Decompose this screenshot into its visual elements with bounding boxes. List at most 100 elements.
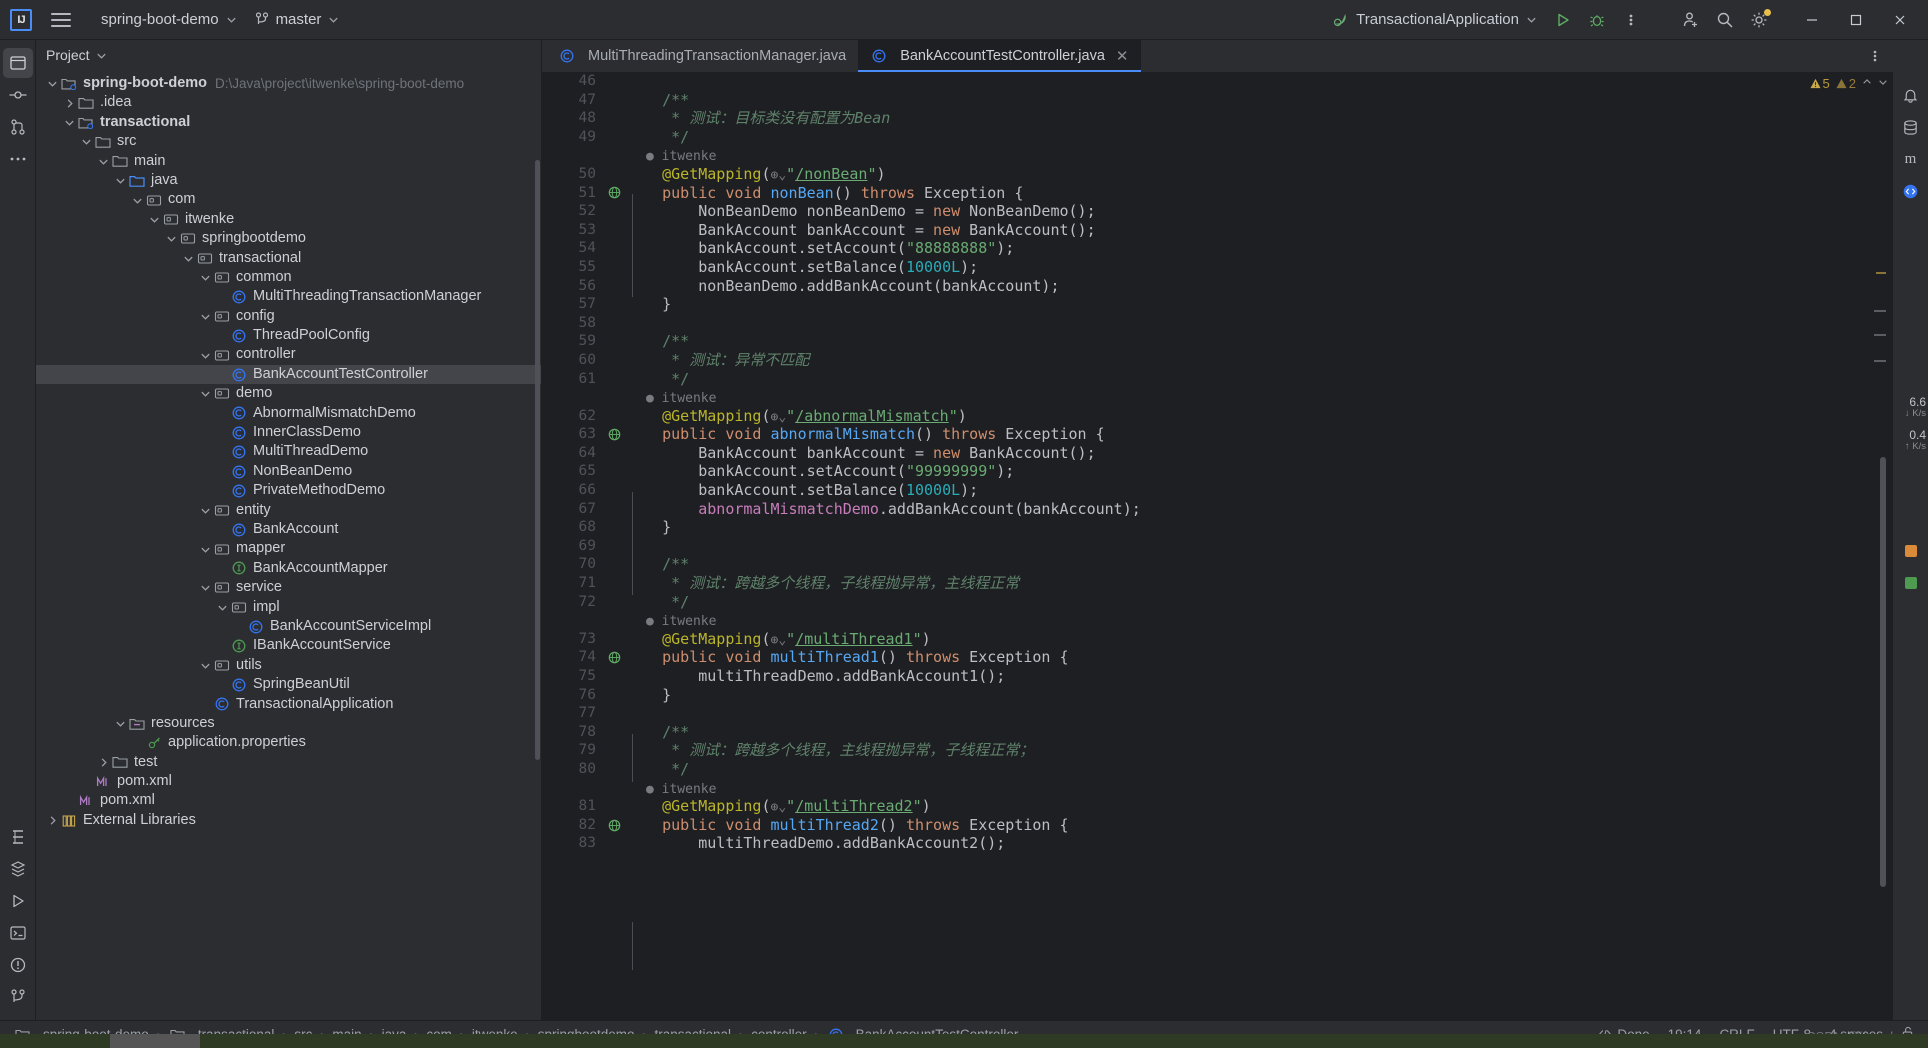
tree-item-external-libraries[interactable]: External Libraries [36,811,541,830]
main-menu-icon[interactable] [48,7,74,33]
chevron-down-icon[interactable] [61,117,77,128]
run-button[interactable] [1546,5,1580,35]
code-line[interactable]: */ [626,760,1860,779]
code-line[interactable]: * 测试：跨越多个线程，子线程抛异常，主线程正常 [626,574,1860,593]
tree-item--idea[interactable]: .idea [36,93,541,112]
tree-item-transactionalapplication[interactable]: TransactionalApplication [36,695,541,714]
chevron-down-icon[interactable] [214,602,230,613]
code-line[interactable] [626,72,1860,91]
code-line[interactable]: /** [626,332,1860,351]
tree-item-springbootdemo[interactable]: springbootdemo [36,229,541,248]
project-tree[interactable]: spring-boot-demo D:\Java\project\itwenke\… [36,70,541,1020]
chevron-down-icon[interactable] [197,582,213,593]
code-line[interactable]: @GetMapping(⊕⌄"/abnormalMismatch") [626,407,1860,426]
tree-item-demo[interactable]: demo [36,384,541,403]
code-line[interactable]: bankAccount.setBalance(10000L); [626,258,1860,277]
code-line[interactable]: multiThreadDemo.addBankAccount1(); [626,667,1860,686]
code-text[interactable]: /** * 测试：目标类没有配置为Bean */● itwenke @GetMa… [626,72,1860,1020]
sidebar-item-maven[interactable]: m [1896,144,1926,174]
previous-highlight-icon[interactable] [1862,77,1872,90]
tree-item-privatemethoddemo[interactable]: PrivateMethodDemo [36,481,541,500]
chevron-down-icon[interactable] [78,136,94,147]
sidebar-item-project[interactable] [2,48,33,78]
code-line[interactable]: bankAccount.setAccount("88888888"); [626,239,1860,258]
search-everywhere-button[interactable] [1708,5,1742,35]
tree-item-resources[interactable]: resources [36,714,541,733]
chevron-down-icon[interactable] [129,195,145,206]
taskbar-window-item[interactable] [110,1034,200,1048]
code-line[interactable]: @GetMapping(⊕⌄"/multiThread2") [626,797,1860,816]
sidebar-item-pull-requests[interactable] [3,112,33,142]
chevron-down-icon[interactable] [146,214,162,225]
tree-item-transactional[interactable]: transactional [36,249,541,268]
tab-bankaccounttestcontroller[interactable]: BankAccountTestController.java ✕ [858,40,1141,72]
tree-item-impl[interactable]: impl [36,598,541,617]
sidebar-item-problems[interactable] [3,950,33,980]
sidebar-item-notifications[interactable] [1896,80,1926,110]
code-line[interactable]: * 测试：目标类没有配置为Bean [626,109,1860,128]
tree-item-main[interactable]: main [36,152,541,171]
gutter-web-icon[interactable] [602,425,626,444]
tab-multithreadingtransactionmanager[interactable]: MultiThreadingTransactionManager.java [546,40,858,72]
tree-item-config[interactable]: config [36,307,541,326]
debug-button[interactable] [1580,5,1614,35]
sidebar-item-run[interactable] [3,886,33,916]
tree-item-abnormalmismatchdemo[interactable]: AbnormalMismatchDemo [36,404,541,423]
error-stripe-mark[interactable] [1874,360,1886,362]
tree-item-utils[interactable]: utils [36,656,541,675]
code-line[interactable]: */ [626,593,1860,612]
project-selector[interactable]: spring-boot-demo [92,7,246,32]
sidebar-item-code-with-me[interactable] [1896,176,1926,206]
tree-item-application-properties[interactable]: application.properties [36,733,541,752]
warning-count[interactable]: 5 [1809,76,1830,91]
next-highlight-icon[interactable] [1878,77,1888,90]
sidebar-item-services[interactable] [3,854,33,884]
sidebar-item-database[interactable] [1896,112,1926,142]
tree-item-com[interactable]: com [36,190,541,209]
code-line[interactable]: } [626,295,1860,314]
code-line[interactable]: BankAccount bankAccount = new BankAccoun… [626,221,1860,240]
gutter-web-icon[interactable] [602,648,626,667]
tree-item-bankaccountserviceimpl[interactable]: BankAccountServiceImpl [36,617,541,636]
editor-options-button[interactable] [1858,40,1892,72]
sidebar-item-commit[interactable] [3,80,33,110]
code-line[interactable] [626,537,1860,556]
project-panel-header[interactable]: Project [36,40,541,70]
code-line[interactable]: BankAccount bankAccount = new BankAccoun… [626,444,1860,463]
chevron-down-icon[interactable] [197,505,213,516]
chevron-right-icon[interactable] [44,815,60,826]
sidebar-item-more[interactable] [3,144,33,174]
chevron-down-icon[interactable] [163,233,179,244]
code-line[interactable]: */ [626,370,1860,389]
sidebar-item-terminal[interactable] [3,918,33,948]
tree-item-bankaccounttestcontroller[interactable]: BankAccountTestController [36,364,541,385]
git-branch-selector[interactable]: master [246,7,349,32]
memory-indicator[interactable] [1896,568,1926,598]
editor-right-gutter[interactable]: 5 2 [1809,72,1892,1020]
tree-item-itwenke[interactable]: itwenke [36,210,541,229]
tree-item-src[interactable]: src [36,132,541,151]
tree-item-nonbeandemo[interactable]: NonBeanDemo [36,462,541,481]
tree-item-transactional[interactable]: transactional [36,113,541,132]
tree-item-pom-xml[interactable]: pom.xml [36,772,541,791]
chevron-down-icon[interactable] [95,156,111,167]
tree-item-multithreaddemo[interactable]: MultiThreadDemo [36,442,541,461]
run-configuration-selector[interactable]: TransactionalApplication [1323,7,1546,32]
code-line[interactable]: public void nonBean() throws Exception { [626,184,1860,203]
tree-item-bankaccount[interactable]: BankAccount [36,520,541,539]
error-stripe-mark[interactable] [1876,272,1886,274]
code-line[interactable]: abnormalMismatchDemo.addBankAccount(bank… [626,500,1860,519]
notification-indicator[interactable] [1896,536,1926,566]
code-line[interactable]: nonBeanDemo.addBankAccount(bankAccount); [626,277,1860,296]
tree-item-springbeanutil[interactable]: SpringBeanUtil [36,675,541,694]
editor-vertical-scrollbar[interactable] [1880,457,1886,887]
code-line[interactable]: bankAccount.setAccount("99999999"); [626,462,1860,481]
tree-item-threadpoolconfig[interactable]: ThreadPoolConfig [36,326,541,345]
tree-item-spring-boot-demo[interactable]: spring-boot-demo D:\Java\project\itwenke\… [36,74,541,93]
tree-item-mapper[interactable]: mapper [36,539,541,558]
maximize-window-button[interactable] [1834,0,1878,40]
code-line[interactable]: * 测试：跨越多个线程，主线程抛异常，子线程正常； [626,741,1860,760]
tree-item-entity[interactable]: entity [36,501,541,520]
tree-item-service[interactable]: service [36,578,541,597]
code-line[interactable]: /** [626,555,1860,574]
